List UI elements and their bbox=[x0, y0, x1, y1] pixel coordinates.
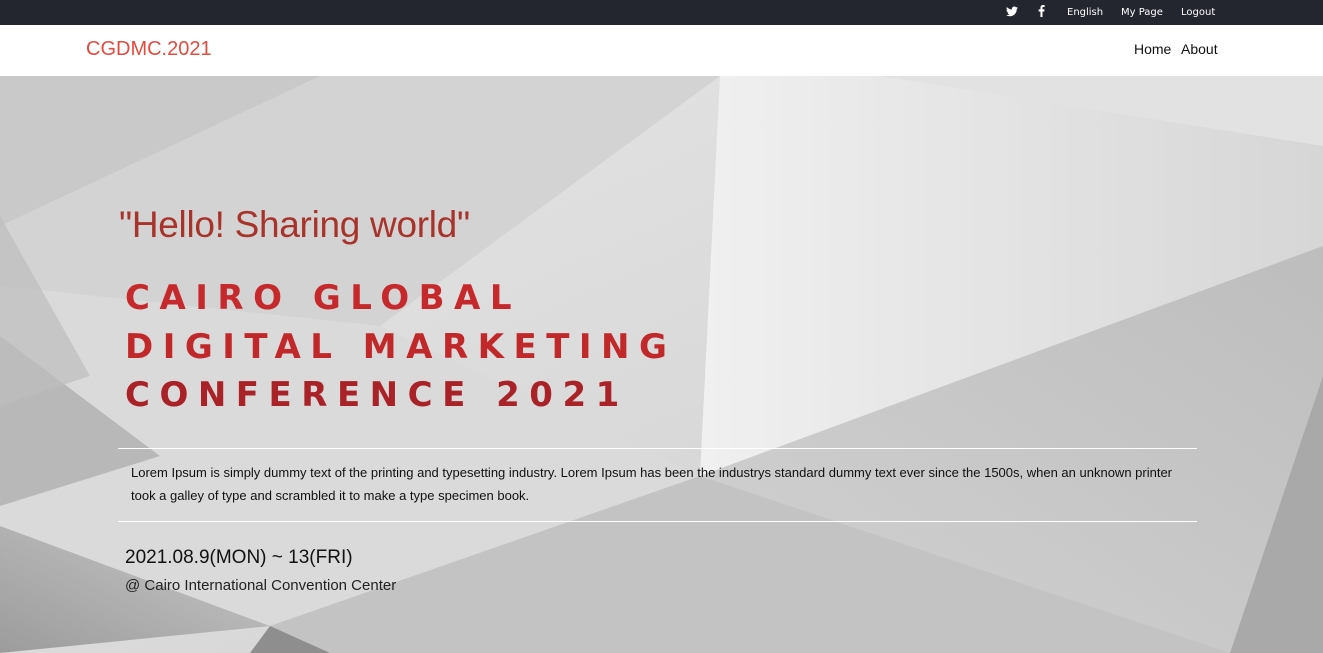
hero-title-line-2: DIGITAL MARKETING bbox=[125, 327, 677, 367]
event-date: 2021.08.9(MON) ~ 13(FRI) bbox=[125, 547, 353, 568]
logout-link[interactable]: Logout bbox=[1181, 0, 1215, 25]
twitter-glyph bbox=[1006, 6, 1018, 17]
hero-title-line-1: CAIRO GLOBAL bbox=[125, 278, 521, 318]
facebook-icon[interactable] bbox=[1038, 5, 1048, 19]
nav-about[interactable]: About bbox=[1181, 25, 1218, 76]
divider-top bbox=[118, 448, 1197, 449]
hero-description: Lorem Ipsum is simply dummy text of the … bbox=[131, 465, 1173, 503]
hero-section: "Hello! Sharing world" CAIRO GLOBAL DIGI… bbox=[0, 76, 1323, 653]
brand-logo-link[interactable]: CGDMC.2021 bbox=[86, 25, 212, 76]
nav-home[interactable]: Home bbox=[1134, 25, 1171, 76]
top-utility-bar: English My Page Logout bbox=[0, 0, 1323, 25]
event-venue: @ Cairo International Convention Center bbox=[125, 577, 397, 594]
twitter-icon[interactable] bbox=[1006, 6, 1020, 18]
hero-quote: "Hello! Sharing world" bbox=[119, 204, 470, 245]
my-page-link[interactable]: My Page bbox=[1121, 0, 1163, 25]
facebook-glyph bbox=[1038, 5, 1045, 17]
divider-bottom bbox=[118, 521, 1197, 522]
site-header: CGDMC.2021 Home About bbox=[0, 25, 1323, 76]
hero-title-line-3: CONFERENCE 2021 bbox=[125, 375, 629, 415]
language-link[interactable]: English bbox=[1067, 0, 1103, 25]
